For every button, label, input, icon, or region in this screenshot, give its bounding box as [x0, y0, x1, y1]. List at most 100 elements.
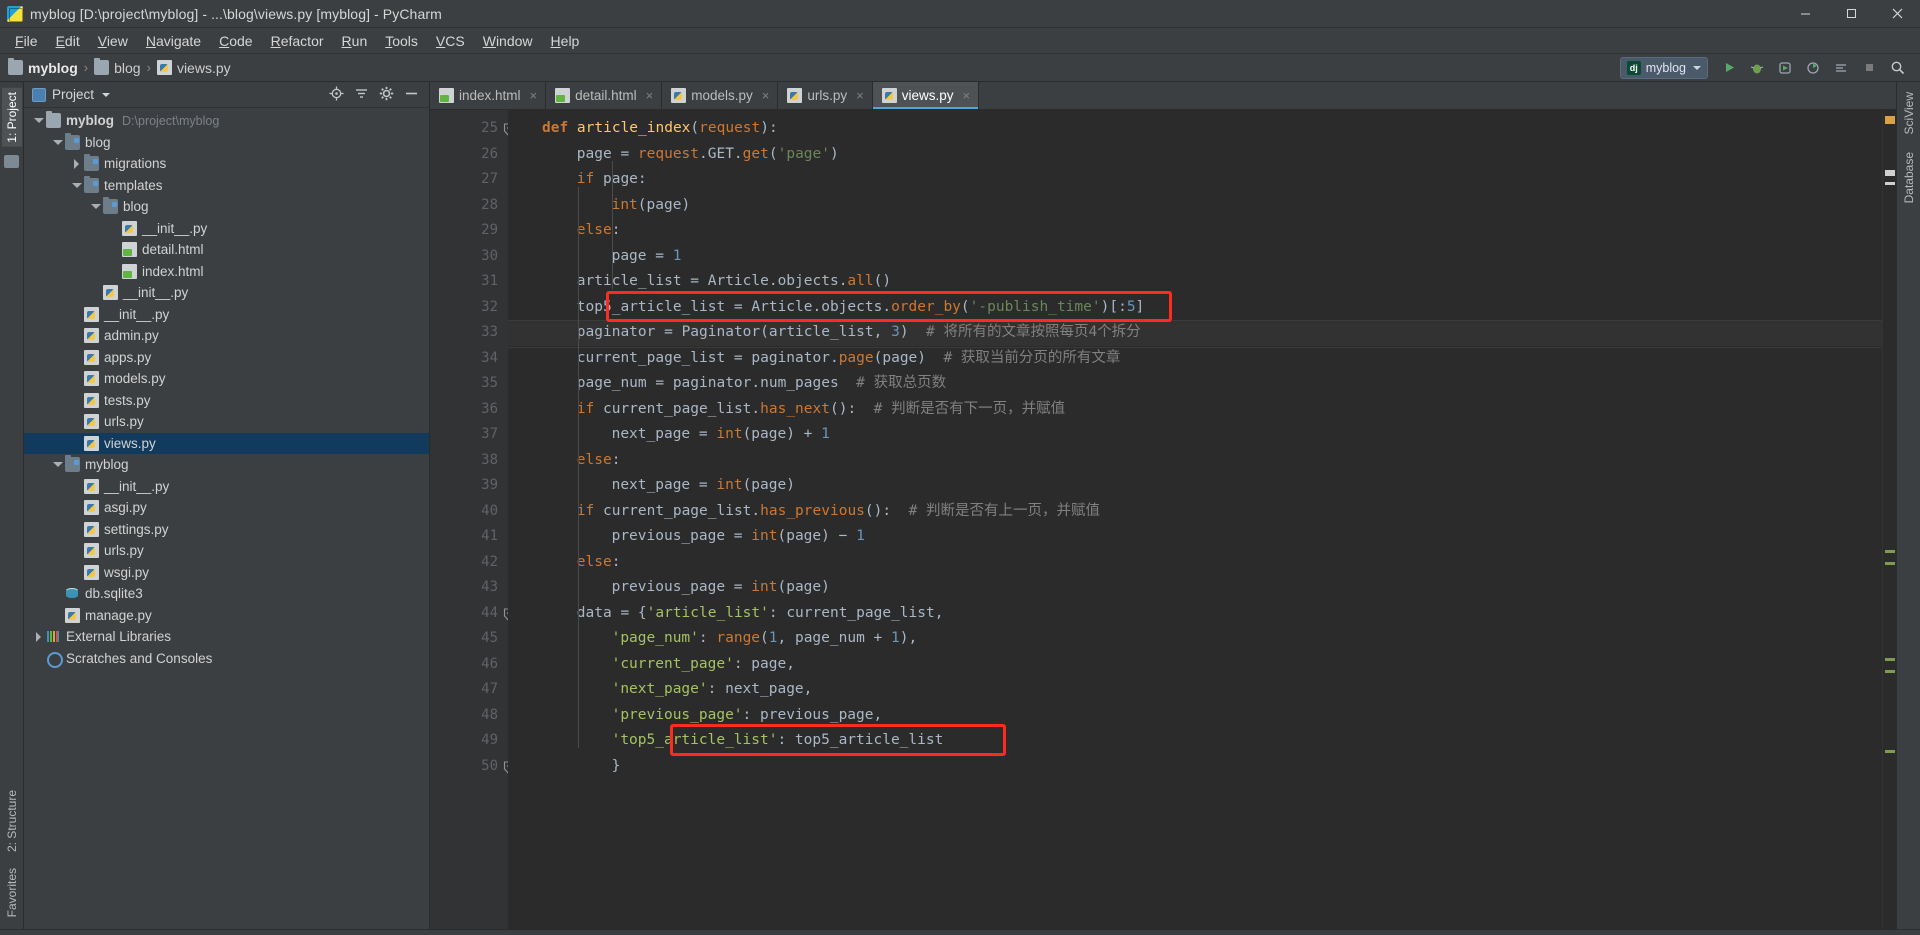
tree-item---init---py[interactable]: __init__.py — [24, 476, 429, 498]
sidebar-item-project[interactable]: 1: Project — [1, 88, 22, 147]
tree-item-blog[interactable]: blog — [24, 196, 429, 218]
menu-item-edit[interactable]: Edit — [47, 30, 89, 52]
chevron-down-icon[interactable] — [89, 200, 102, 213]
locate-icon[interactable] — [329, 86, 344, 104]
tree-item-settings-py[interactable]: settings.py — [24, 519, 429, 541]
tree-item-detail-html[interactable]: detail.html — [24, 239, 429, 261]
run-configuration-selector[interactable]: dj myblog — [1619, 56, 1708, 79]
code-line[interactable]: 'current_page': page, — [508, 652, 1882, 678]
chevron-down-icon[interactable] — [102, 92, 111, 97]
code-line[interactable]: data = {'article_list': current_page_lis… — [508, 601, 1882, 627]
code-line[interactable]: page_num = paginator.num_pages # 获取总页数 — [508, 371, 1882, 397]
tree-item-index-html[interactable]: index.html — [24, 261, 429, 283]
code-line[interactable]: if page: — [508, 167, 1882, 193]
error-stripe-marker[interactable] — [1885, 173, 1895, 176]
code-line[interactable]: previous_page = int(page) — [508, 575, 1882, 601]
code-line[interactable]: else: — [508, 448, 1882, 474]
chevron-right-icon[interactable] — [70, 157, 83, 170]
error-stripe-marker[interactable] — [1885, 750, 1895, 753]
code-line[interactable]: int(page) — [508, 193, 1882, 219]
error-stripe-marker[interactable] — [1885, 562, 1895, 565]
collapse-all-icon[interactable] — [354, 86, 369, 104]
tree-item-external-libraries[interactable]: External Libraries — [24, 626, 429, 648]
editor-tab-views-py[interactable]: views.py × — [872, 82, 980, 109]
run-button[interactable] — [1716, 56, 1742, 80]
attach-to-process-button[interactable] — [1828, 56, 1854, 80]
editor-tab-models-py[interactable]: models.py × — [662, 82, 779, 109]
code-line[interactable]: if current_page_list.has_previous(): # 判… — [508, 499, 1882, 525]
breadcrumb-item-blog[interactable]: blog — [94, 58, 141, 76]
code-line[interactable]: } — [508, 754, 1882, 780]
menu-item-window[interactable]: Window — [474, 30, 542, 52]
menu-item-vcs[interactable]: VCS — [427, 30, 474, 52]
error-stripe-marker-bar[interactable] — [1882, 110, 1896, 929]
chevron-down-icon[interactable] — [32, 114, 45, 127]
code-editor[interactable]: 25 26 27 28 29 30 31 32 33 34 35 36 37 38 39 40 41 42 43 44… — [430, 110, 1896, 929]
tree-item-views-py[interactable]: views.py — [24, 432, 429, 454]
run-with-coverage-button[interactable] — [1772, 56, 1798, 80]
menu-item-run[interactable]: Run — [333, 30, 377, 52]
chevron-down-icon[interactable] — [51, 136, 64, 149]
tree-item-db-sqlite3[interactable]: db.sqlite3 — [24, 583, 429, 605]
breadcrumb-item-myblog[interactable]: myblog — [8, 58, 78, 76]
sidebar-item-favorites[interactable]: Favorites — [2, 864, 22, 921]
gear-icon[interactable] — [379, 86, 394, 104]
tree-item---init---py[interactable]: __init__.py — [24, 218, 429, 240]
editor-tab-urls-py[interactable]: urls.py × — [778, 82, 873, 109]
tree-item---init---py[interactable]: __init__.py — [24, 282, 429, 304]
code-line[interactable]: 'next_page': next_page, — [508, 677, 1882, 703]
menu-item-navigate[interactable]: Navigate — [137, 30, 210, 52]
tree-item-myblog[interactable]: myblog D:\project\myblog — [24, 110, 429, 132]
close-button[interactable] — [1874, 0, 1920, 28]
menu-item-code[interactable]: Code — [210, 30, 261, 52]
tree-item-wsgi-py[interactable]: wsgi.py — [24, 562, 429, 584]
code-line[interactable]: next_page = int(page) + 1 — [508, 422, 1882, 448]
breadcrumb-item-views-py[interactable]: views.py — [156, 60, 231, 76]
editor-tab-index-html[interactable]: index.html × — [430, 82, 547, 109]
tree-item-apps-py[interactable]: apps.py — [24, 347, 429, 369]
tree-item-asgi-py[interactable]: asgi.py — [24, 497, 429, 519]
error-stripe-marker[interactable] — [1885, 182, 1895, 185]
tree-item-urls-py[interactable]: urls.py — [24, 540, 429, 562]
tree-item---init---py[interactable]: __init__.py — [24, 304, 429, 326]
code-line[interactable]: if current_page_list.has_next(): # 判断是否有… — [508, 397, 1882, 423]
maximize-button[interactable] — [1828, 0, 1874, 28]
close-icon[interactable]: × — [530, 89, 538, 102]
tree-item-migrations[interactable]: migrations — [24, 153, 429, 175]
tree-item-tests-py[interactable]: tests.py — [24, 390, 429, 412]
tree-item-manage-py[interactable]: manage.py — [24, 605, 429, 627]
code-line[interactable]: article_list = Article.objects.all() — [508, 269, 1882, 295]
code-content[interactable]: def article_index(request): page = reques… — [508, 110, 1882, 929]
menu-item-file[interactable]: File — [6, 30, 47, 52]
error-stripe-marker[interactable] — [1885, 550, 1895, 553]
code-line[interactable]: next_page = int(page) — [508, 473, 1882, 499]
code-line[interactable]: previous_page = int(page) − 1 — [508, 524, 1882, 550]
code-line[interactable]: page = 1 — [508, 244, 1882, 270]
sidebar-item-sciview[interactable]: SciView — [1899, 88, 1919, 138]
close-icon[interactable]: × — [762, 89, 770, 102]
error-stripe-marker[interactable] — [1885, 670, 1895, 673]
sidebar-item-structure[interactable]: 2: Structure — [2, 786, 22, 856]
hide-panel-icon[interactable] — [404, 86, 419, 104]
menu-item-view[interactable]: View — [89, 30, 137, 52]
close-icon[interactable]: × — [963, 89, 971, 102]
code-line[interactable]: 'previous_page': previous_page, — [508, 703, 1882, 729]
code-line[interactable]: 'page_num': range(1, page_num + 1), — [508, 626, 1882, 652]
tree-item-scratches-and-consoles[interactable]: Scratches and Consoles — [24, 648, 429, 670]
debug-button[interactable] — [1744, 56, 1770, 80]
code-line[interactable]: paginator = Paginator(article_list, 3) #… — [508, 320, 1882, 347]
profile-button[interactable] — [1800, 56, 1826, 80]
minimize-button[interactable] — [1782, 0, 1828, 28]
code-line[interactable]: def article_index(request): — [508, 116, 1882, 142]
tree-item-blog[interactable]: blog — [24, 132, 429, 154]
project-tree[interactable]: myblog D:\project\myblog blog migrations tem… — [24, 108, 429, 929]
stop-button[interactable] — [1856, 56, 1882, 80]
chevron-right-icon[interactable] — [32, 630, 45, 643]
tree-item-templates[interactable]: templates — [24, 175, 429, 197]
code-line[interactable]: 'top5_article_list': top5_article_list — [508, 728, 1882, 754]
chevron-down-icon[interactable] — [51, 458, 64, 471]
code-line[interactable]: top5_article_list = Article.objects.orde… — [508, 295, 1882, 321]
code-line[interactable]: page = request.GET.get('page') — [508, 142, 1882, 168]
tree-item-models-py[interactable]: models.py — [24, 368, 429, 390]
line-number-gutter[interactable]: 25 26 27 28 29 30 31 32 33 34 35 36 37 38 39 40 41 42 43 44… — [430, 110, 516, 929]
